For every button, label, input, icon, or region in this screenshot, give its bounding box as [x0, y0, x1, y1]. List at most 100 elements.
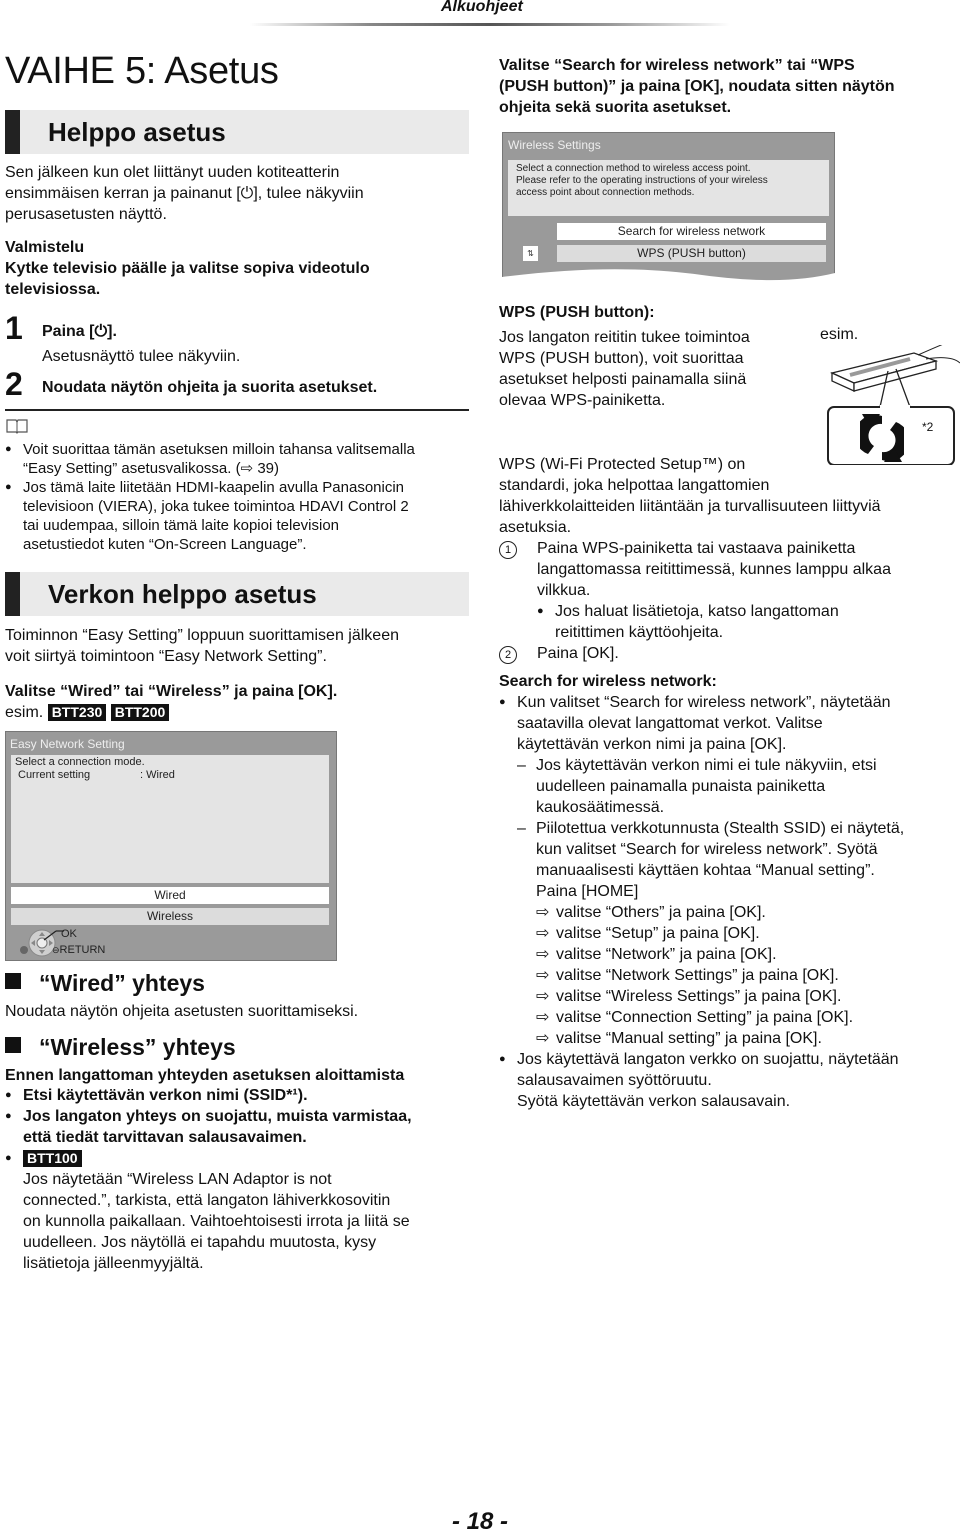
text-line: Etsi käytettävän verkon nimi (SSID*¹).	[23, 1087, 308, 1104]
text-line: vilkkua.	[537, 582, 591, 599]
example-label: esim.	[5, 704, 44, 721]
text-line: uudelleen painamalla punaista painiketta	[536, 778, 826, 795]
option-search-wireless-network[interactable]: Search for wireless network	[557, 223, 826, 240]
wired-heading: “Wired” yhteys	[5, 970, 205, 997]
wps-small-icon: ⇅	[523, 246, 538, 261]
dash-marker: –	[517, 757, 526, 774]
text-line: Jos langaton yhteys on suojattu, muista …	[23, 1108, 412, 1125]
current-setting-label: Current setting	[18, 769, 91, 781]
text-line: Valitse “Search for wireless network” ta…	[499, 57, 855, 74]
step-number: 1	[5, 310, 23, 346]
text-line: Piilotettua verkkotunnusta (Stealth SSID…	[536, 820, 905, 837]
text-line: asetustiedot kuten “On-Screen Language”.	[23, 536, 307, 553]
step-circle-number: 1	[499, 541, 517, 559]
text-line: että tiedät tarvittavan salausavaimen.	[23, 1129, 307, 1146]
arrow-right-icon: ⇨	[536, 946, 550, 963]
header-divider	[250, 23, 730, 26]
option-wps-push-button[interactable]: WPS (PUSH button)	[557, 245, 826, 262]
secure-bullet: Jos käytettävä langaton verkko on suojat…	[499, 1049, 960, 1112]
note-item: Voit suorittaa tämän asetuksen milloin t…	[5, 440, 475, 478]
dash-marker: –	[517, 820, 526, 837]
text-line: Kytke televisio päälle ja valitse sopiva…	[5, 260, 370, 277]
text-line: Sen jälkeen kun olet liittänyt uuden kot…	[5, 164, 340, 181]
dash-item: – Piilotettua verkkotunnusta (Stealth SS…	[517, 818, 960, 1049]
note-item: Jos tämä laite liitetään HDMI-kaapelin a…	[5, 478, 475, 554]
dash-item: – Jos käytettävän verkon nimi ei tule nä…	[517, 755, 960, 818]
wireless-bullet: Etsi käytettävän verkon nimi (SSID*¹).	[5, 1085, 475, 1106]
network-intro: Toiminnon “Easy Setting” loppuun suoritt…	[5, 625, 475, 667]
text-line: ensimmäisen kerran ja painanut [⏻], tule…	[5, 185, 364, 202]
text-line: Syötä käytettävän verkon salausavain.	[517, 1093, 791, 1110]
text-line: (PUSH button)” ja paina [OK], noudata si…	[499, 78, 895, 95]
section-heading-label: Helppo asetus	[48, 117, 226, 147]
section-header: Alkuohjeet	[441, 0, 523, 15]
square-bullet-icon	[5, 1037, 21, 1053]
preparation: Valmistelu Kytke televisio päälle ja val…	[5, 237, 475, 300]
current-setting-row: Current setting : Wired	[11, 770, 329, 781]
footnote-mark: *2	[922, 420, 934, 434]
wps-step: 2 Paina [OK].	[499, 643, 959, 664]
easy-network-setting-dialog: Easy Network Setting Select a connection…	[5, 731, 337, 961]
text-line: standardi, joka helpottaa langattomien	[499, 477, 770, 494]
text-line: asetukset helposti painamalla siinä	[499, 371, 747, 388]
wireless-bullet-btt100: BTT100 Jos näytetään “Wireless LAN Adapt…	[5, 1148, 475, 1274]
menu-step-text: valitse “Wireless Settings” ja paina [OK…	[556, 988, 842, 1005]
section-heading-network-setting: Verkon helppo asetus	[5, 572, 469, 616]
option-wired[interactable]: Wired	[11, 887, 329, 904]
model-tag: BTT100	[23, 1150, 82, 1167]
text-line: olevaa WPS-painiketta.	[499, 392, 666, 409]
dialog-title: Wireless Settings	[508, 138, 601, 152]
divider	[5, 409, 469, 411]
section-bar	[5, 110, 20, 154]
text-line: Jos käytettävä langaton verkko on suojat…	[517, 1051, 899, 1068]
menu-step: ⇨ valitse “Network” ja paina [OK].	[536, 944, 960, 965]
arrow-right-icon: ⇨	[536, 904, 550, 921]
ok-hint: OK	[61, 928, 77, 940]
page-number: - 18 -	[452, 1508, 509, 1535]
text-line: Jos langaton reititin tukee toimintoa	[499, 329, 750, 346]
menu-step: ⇨ valitse “Wireless Settings” ja paina [O…	[536, 986, 960, 1007]
option-wireless[interactable]: Wireless	[11, 908, 329, 925]
right-instruction: Valitse “Search for wireless network” ta…	[499, 55, 959, 118]
arrow-right-icon: ⇨	[536, 1030, 550, 1047]
return-label: RETURN	[59, 944, 106, 956]
section-bar	[5, 572, 20, 616]
example-label: esim.	[820, 326, 859, 343]
text-line: access point about connection methods.	[516, 187, 695, 198]
text-line: manuaalisesti käyttäen kohtaa “Manual se…	[536, 862, 875, 879]
step-number: 2	[5, 366, 23, 402]
text-line: voit siirtyä toimintoon “Easy Network Se…	[5, 648, 327, 665]
menu-step: ⇨ valitse “Network Settings” ja paina [OK…	[536, 965, 960, 986]
step-circle-number: 2	[499, 646, 517, 664]
search-details: Kun valitset “Search for wireless networ…	[499, 692, 960, 1112]
text-line: perusasetusten näyttö.	[5, 206, 167, 223]
step-subtext: Asetusnäyttö tulee näkyviin.	[42, 348, 241, 365]
text-line: Voit suorittaa tämän asetuksen milloin t…	[23, 441, 415, 458]
text-line: lähiverkkolaitteiden liitäntään ja turva…	[499, 498, 881, 515]
menu-step: ⇨ valitse “Others” ja paina [OK].	[536, 902, 960, 923]
wps-step: 1 Paina WPS-painiketta tai vastaava pain…	[499, 538, 959, 643]
network-instruction: Valitse “Wired” tai “Wireless” ja paina …	[5, 683, 338, 700]
arrow-right-icon: ⇨	[536, 1009, 550, 1026]
model-tag: BTT230	[47, 704, 107, 721]
search-bullet: Kun valitset “Search for wireless networ…	[499, 692, 960, 1049]
wireless-heading: “Wireless” yhteys	[5, 1034, 236, 1061]
text-line: WPS (Wi-Fi Protected Setup™) on	[499, 456, 746, 473]
note-book-icon	[6, 419, 28, 434]
text-line: televisiossa.	[5, 281, 101, 298]
text-line: WPS (PUSH button), voit suorittaa	[499, 350, 744, 367]
wired-text: Noudata näytön ohjeita asetusten suoritt…	[5, 1003, 359, 1020]
return-hint: ⊖RETURN	[52, 944, 105, 956]
search-heading: Search for wireless network:	[499, 673, 717, 690]
square-bullet-icon	[5, 973, 21, 989]
text-line: connected.”, tarkista, että langaton läh…	[23, 1192, 391, 1209]
text-line: on kunnolla paikallaan. Vaihtoehtoisesti…	[23, 1213, 410, 1230]
text-line: Jos tämä laite liitetään HDMI-kaapelin a…	[23, 479, 405, 496]
wps-step-note: Jos haluat lisätietoja, katso langattoma…	[537, 601, 891, 643]
text-line: käytettävän verkon nimi ja paina [OK].	[517, 736, 787, 753]
wireless-bullets: Etsi käytettävän verkon nimi (SSID*¹). J…	[5, 1085, 475, 1274]
wireless-before: Ennen langattoman yhteyden asetuksen alo…	[5, 1067, 405, 1084]
wired-heading-text: “Wired” yhteys	[39, 970, 205, 996]
menu-step: ⇨ valitse “Setup” ja paina [OK].	[536, 923, 960, 944]
wireless-settings-dialog: Wireless Settings Select a connection me…	[502, 132, 835, 285]
